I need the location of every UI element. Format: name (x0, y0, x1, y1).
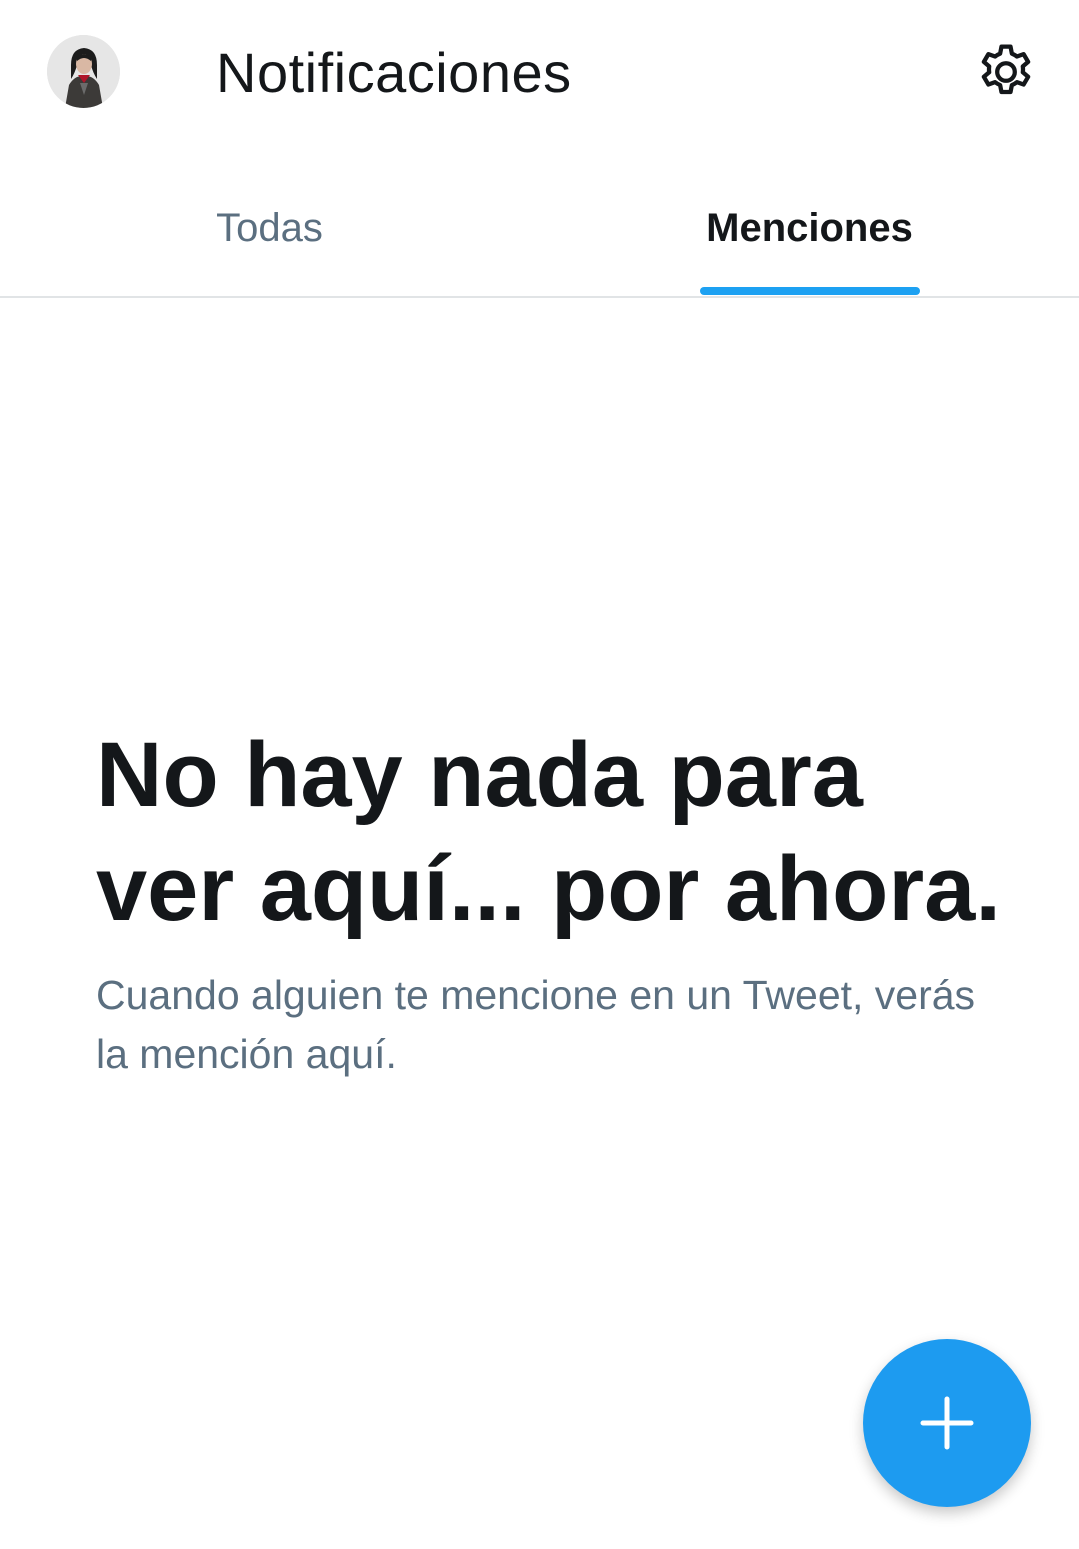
tab-label: Todas (216, 206, 323, 250)
empty-state-title: No hay nada para ver aquí... por ahora. (96, 724, 1001, 940)
profile-avatar[interactable] (47, 35, 120, 108)
empty-state-subtitle: Cuando alguien te mencione en un Tweet, … (96, 972, 976, 1077)
active-tab-indicator (700, 287, 920, 295)
compose-tweet-button[interactable] (863, 1339, 1031, 1507)
tab-label: Menciones (706, 206, 913, 250)
page-title: Notificaciones (216, 41, 572, 104)
gear-icon (981, 44, 1031, 95)
tab-menciones[interactable]: Menciones (540, 150, 1079, 296)
top-app-bar: Notificaciones (0, 0, 1079, 150)
settings-button[interactable] (970, 36, 1042, 108)
plus-icon (920, 1396, 974, 1450)
notification-tabs: Todas Menciones (0, 150, 1079, 298)
avatar-image (47, 35, 120, 108)
tab-todas[interactable]: Todas (0, 150, 539, 296)
